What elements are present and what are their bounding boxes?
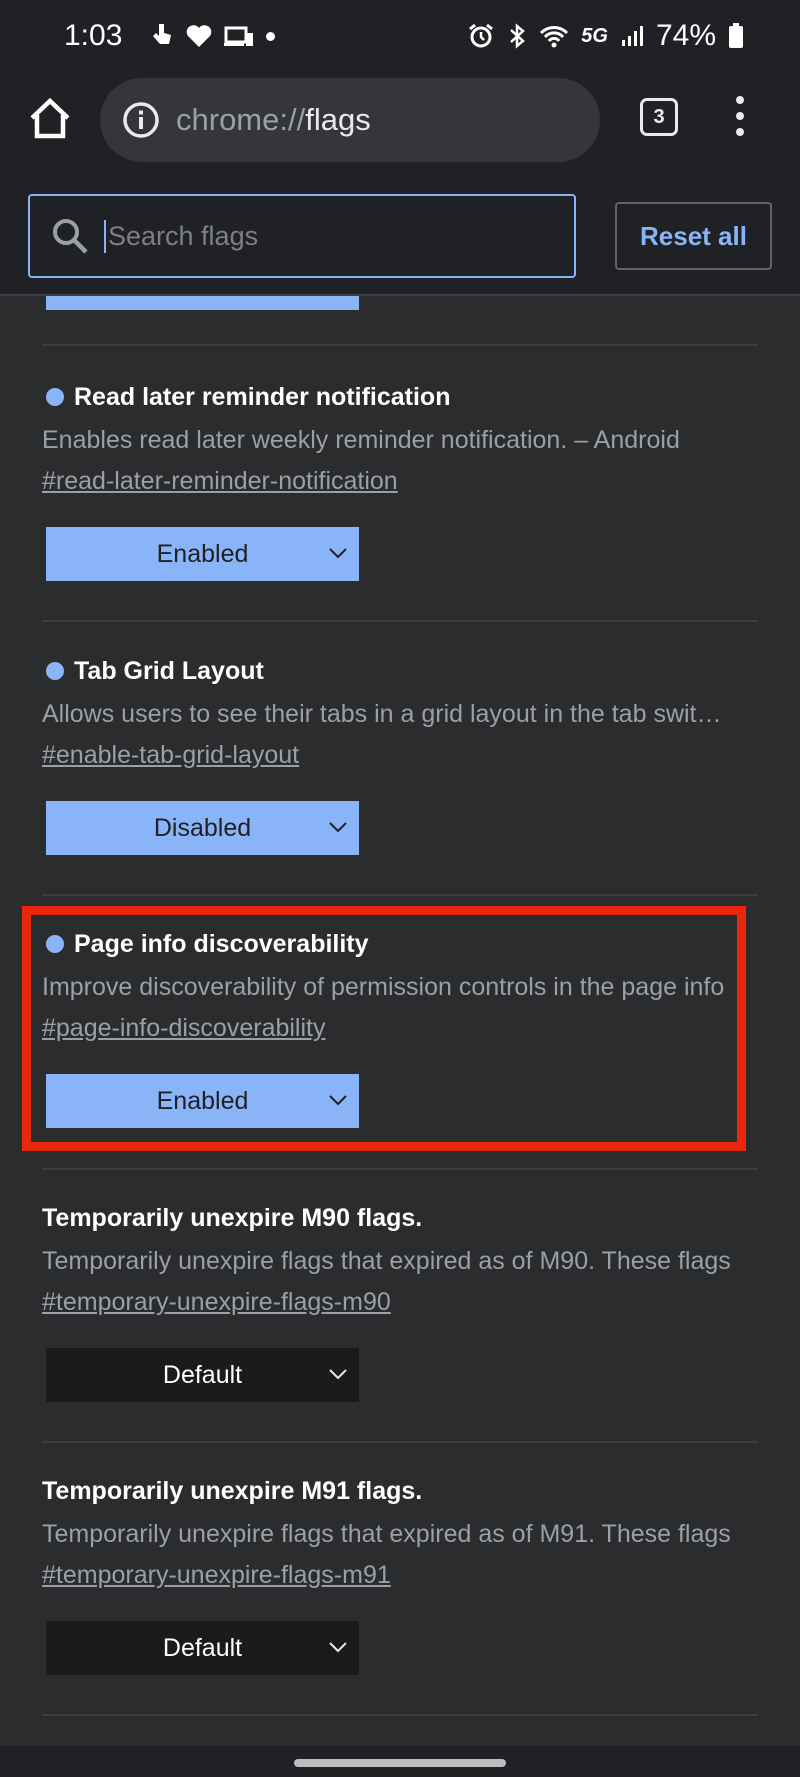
modified-dot bbox=[46, 935, 64, 953]
flag-select-value: Enabled bbox=[156, 1086, 249, 1115]
flag-description: Enables read later weekly reminder notif… bbox=[42, 426, 680, 454]
modified-dot bbox=[46, 388, 64, 406]
flag-select-value: Enabled bbox=[156, 539, 249, 568]
reset-all-button[interactable]: Reset all bbox=[615, 202, 772, 270]
flag-select[interactable]: Enabled bbox=[46, 1074, 359, 1128]
bluetooth-icon bbox=[510, 23, 526, 49]
home-gesture-handle[interactable] bbox=[294, 1759, 506, 1767]
flag-description: Temporarily unexpire flags that expired … bbox=[42, 1520, 731, 1548]
flag-read-later-reminder: Read later reminder notification Enables… bbox=[42, 377, 762, 581]
battery-icon bbox=[729, 23, 743, 48]
chevron-down-icon bbox=[329, 1369, 347, 1380]
flag-link[interactable]: #enable-tab-grid-layout bbox=[42, 737, 299, 773]
home-icon[interactable] bbox=[26, 94, 74, 142]
chevron-down-icon bbox=[329, 822, 347, 833]
status-bar: 1:03 5G 74% bbox=[0, 0, 800, 72]
flag-link[interactable]: #temporary-unexpire-flags-m91 bbox=[42, 1557, 391, 1593]
signal-icon bbox=[621, 26, 643, 46]
previous-flag-select[interactable] bbox=[46, 296, 359, 310]
flag-title-row: Temporarily unexpire M90 flags. bbox=[42, 1198, 762, 1238]
gesture-icon bbox=[153, 24, 172, 44]
browser-toolbar: chrome://flags 3 bbox=[0, 72, 800, 176]
omnibox[interactable]: chrome://flags bbox=[100, 78, 600, 162]
search-icon bbox=[53, 219, 88, 254]
divider bbox=[42, 1441, 758, 1443]
network-type: 5G bbox=[581, 24, 608, 47]
divider bbox=[42, 344, 758, 346]
modified-dot bbox=[46, 662, 64, 680]
flag-title-row: Tab Grid Layout bbox=[42, 651, 762, 691]
flags-list: Read later reminder notification Enables… bbox=[0, 296, 800, 1746]
flag-page-info-discoverability: Page info discoverability Improve discov… bbox=[42, 924, 762, 1128]
flags-search-header: Reset all bbox=[0, 176, 800, 296]
flag-title-row: Temporarily unexpire M91 flags. bbox=[42, 1471, 762, 1511]
more-menu-icon[interactable] bbox=[728, 96, 752, 140]
flag-link[interactable]: #read-later-reminder-notification bbox=[42, 463, 398, 499]
info-icon[interactable] bbox=[122, 101, 160, 139]
flag-select-value: Default bbox=[162, 1360, 243, 1389]
url-scheme: chrome:// bbox=[176, 102, 306, 137]
divider bbox=[42, 620, 758, 622]
flag-link[interactable]: #temporary-unexpire-flags-m90 bbox=[42, 1284, 391, 1320]
navigation-bar bbox=[0, 1746, 800, 1777]
flag-title: Temporarily unexpire M90 flags. bbox=[42, 1203, 423, 1232]
flag-description: Improve discoverability of permission co… bbox=[42, 973, 725, 1001]
flag-title: Tab Grid Layout bbox=[74, 656, 264, 685]
flag-title-row: Read later reminder notification bbox=[42, 377, 762, 417]
battery-percent: 74% bbox=[655, 19, 716, 52]
tab-switcher-button[interactable]: 3 bbox=[640, 98, 678, 136]
flag-link[interactable]: #page-info-discoverability bbox=[42, 1010, 325, 1046]
flag-select[interactable]: Default bbox=[46, 1348, 359, 1402]
heart-icon bbox=[187, 25, 212, 47]
divider bbox=[42, 1168, 758, 1170]
flag-description: Allows users to see their tabs in a grid… bbox=[42, 700, 732, 728]
chevron-down-icon bbox=[329, 1642, 347, 1653]
flag-title: Temporarily unexpire M91 flags. bbox=[42, 1476, 423, 1505]
flag-description: Temporarily unexpire flags that expired … bbox=[42, 1247, 731, 1275]
divider bbox=[42, 1714, 758, 1716]
devices-icon bbox=[224, 26, 254, 46]
chevron-down-icon bbox=[329, 1095, 347, 1106]
flag-title-row: Page info discoverability bbox=[42, 924, 762, 964]
flag-tab-grid-layout: Tab Grid Layout Allows users to see thei… bbox=[42, 651, 762, 855]
flag-title: Page info discoverability bbox=[74, 929, 369, 958]
flag-unexpire-m91: Temporarily unexpire M91 flags. Temporar… bbox=[42, 1471, 762, 1675]
search-input[interactable] bbox=[104, 219, 544, 253]
tab-count: 3 bbox=[653, 105, 665, 128]
flag-select[interactable]: Enabled bbox=[46, 527, 359, 581]
wifi-icon bbox=[540, 26, 569, 48]
search-box[interactable] bbox=[28, 194, 576, 278]
notification-dot bbox=[266, 31, 276, 41]
alarm-icon bbox=[469, 23, 494, 48]
chevron-down-icon bbox=[329, 548, 347, 559]
flag-select-value: Disabled bbox=[153, 813, 252, 842]
flag-unexpire-m90: Temporarily unexpire M90 flags. Temporar… bbox=[42, 1198, 762, 1402]
divider bbox=[42, 894, 758, 896]
flag-title: Read later reminder notification bbox=[74, 382, 451, 411]
flag-select[interactable]: Disabled bbox=[46, 801, 359, 855]
url-text[interactable]: chrome://flags bbox=[176, 102, 371, 138]
url-host: flags bbox=[305, 102, 371, 137]
flag-select-value: Default bbox=[162, 1633, 243, 1662]
flag-select[interactable]: Default bbox=[46, 1621, 359, 1675]
status-time: 1:03 bbox=[64, 19, 123, 52]
